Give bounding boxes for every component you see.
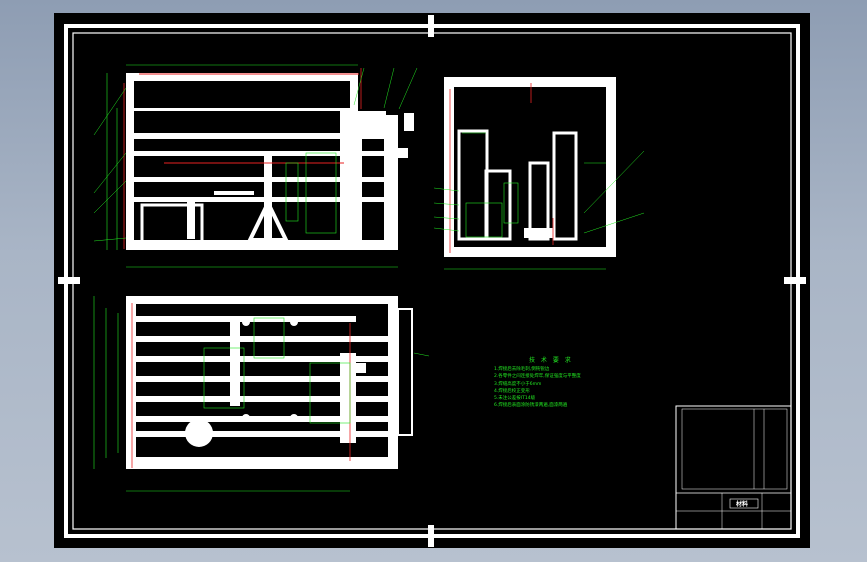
tech-req-item: 1.焊接后去除毛刺,倒钝锐边 <box>494 367 550 372</box>
top-view <box>93 296 430 492</box>
center-mark-right <box>784 277 806 284</box>
center-mark-left <box>58 277 80 284</box>
side-view <box>433 77 645 270</box>
center-mark-bottom <box>428 525 434 547</box>
title-block-material-label: 材料 <box>736 501 749 508</box>
title-block <box>675 405 792 530</box>
tech-req-item: 4.焊接后校正变形 <box>494 388 530 394</box>
tech-req-item: 6.焊接后表面涂防锈漆两遍,面漆两遍 <box>494 403 568 409</box>
technical-requirements-title: 技 术 要 求 <box>529 357 573 364</box>
tech-req-item: 3.焊缝高度不小于6mm <box>494 381 542 387</box>
inner-border <box>72 32 792 530</box>
cad-viewport[interactable]: 技 术 要 求 1.焊接后去除毛刺,倒钝锐边 2.各零件之间连接处焊牢,保证强度… <box>54 13 810 548</box>
tech-req-item: 2.各零件之间连接处焊牢,保证强度与平整度 <box>494 374 581 380</box>
technical-requirements-list: 1.焊接后去除毛刺,倒钝锐边 2.各零件之间连接处焊牢,保证强度与平整度 3.焊… <box>494 366 581 410</box>
front-view <box>93 64 418 268</box>
center-mark-top <box>428 15 434 37</box>
cad-drawing-canvas <box>58 15 806 547</box>
tech-req-item: 5.未注公差按IT14级 <box>494 396 536 402</box>
